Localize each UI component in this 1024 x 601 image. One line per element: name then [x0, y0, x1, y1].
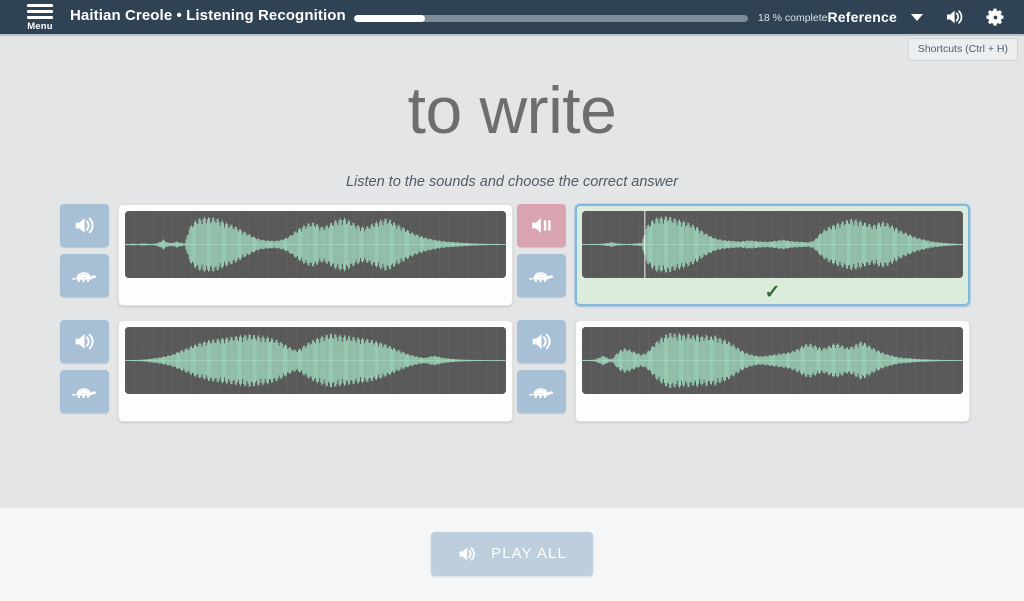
option-card[interactable]: ✓	[575, 204, 970, 306]
settings-button[interactable]	[985, 7, 1006, 28]
option-card-footer	[125, 394, 506, 422]
progress-label: 18 % complete	[758, 12, 828, 24]
option-playback-buttons	[60, 204, 109, 297]
gear-icon	[986, 8, 1004, 26]
play-all-label: PLAY ALL	[491, 545, 567, 562]
prompt-word: to write	[407, 73, 617, 147]
speaker-icon	[532, 333, 551, 350]
progress-row: 18 % complete	[353, 12, 828, 24]
shortcuts-tooltip[interactable]: Shortcuts (Ctrl + H)	[907, 38, 1018, 61]
option-slow-play-button[interactable]	[517, 370, 566, 413]
turtle-icon	[72, 271, 97, 282]
option-playback-buttons	[60, 320, 109, 413]
option-card[interactable]	[118, 204, 513, 306]
speaker-pause-icon	[531, 218, 551, 233]
option-card-footer: ✓	[582, 278, 963, 306]
volume-button[interactable]	[945, 8, 965, 26]
progress-bar	[353, 14, 749, 22]
answer-option[interactable]	[517, 320, 970, 436]
option-slow-play-button[interactable]	[60, 254, 109, 297]
menu-button-label: Menu	[27, 21, 53, 32]
speaker-icon	[459, 546, 475, 561]
reference-dropdown-label[interactable]: Reference	[827, 9, 897, 25]
instruction-text: Listen to the sounds and choose the corr…	[345, 174, 679, 190]
speaker-icon	[75, 333, 94, 350]
correct-check-icon: ✓	[764, 281, 781, 303]
option-card[interactable]	[118, 320, 513, 422]
footer-bar: PLAY ALL	[0, 508, 1024, 599]
option-slow-play-button[interactable]	[517, 254, 566, 297]
option-playback-buttons	[517, 204, 566, 297]
waveform-display[interactable]	[125, 327, 506, 394]
waveform-display[interactable]	[582, 211, 963, 278]
progress-bar-fill	[353, 14, 425, 22]
menu-button[interactable]: Menu	[22, 2, 58, 32]
app-header: Menu Haitian Creole • Listening Recognit…	[0, 0, 1024, 61]
option-play-button[interactable]	[517, 320, 566, 363]
title-block: Haitian Creole • Listening Recognition	[70, 7, 346, 24]
answer-option[interactable]	[60, 320, 513, 436]
option-play-button[interactable]	[517, 204, 566, 247]
turtle-icon	[529, 387, 554, 398]
answer-option[interactable]	[60, 204, 513, 320]
speaker-icon	[75, 217, 94, 234]
header-right-controls: Reference	[827, 7, 1010, 28]
turtle-icon	[529, 271, 554, 282]
answer-option[interactable]: ✓	[517, 204, 970, 320]
option-card-footer	[125, 278, 506, 306]
chevron-down-icon[interactable]	[911, 13, 923, 21]
speaker-icon	[947, 10, 963, 24]
option-play-button[interactable]	[60, 204, 109, 247]
page-title: Haitian Creole • Listening Recognition	[70, 7, 346, 24]
answer-options-grid: ✓	[0, 190, 1024, 436]
play-all-button[interactable]: PLAY ALL	[431, 531, 593, 576]
option-play-button[interactable]	[60, 320, 109, 363]
turtle-icon	[72, 387, 97, 398]
waveform-display[interactable]	[125, 211, 506, 278]
option-card-footer	[582, 394, 963, 422]
waveform-display[interactable]	[582, 327, 963, 394]
main-content: to write Listen to the sounds and choose…	[0, 36, 1024, 508]
hamburger-menu-icon	[27, 4, 53, 22]
option-card[interactable]	[575, 320, 970, 422]
option-playback-buttons	[517, 320, 566, 413]
option-slow-play-button[interactable]	[60, 370, 109, 413]
